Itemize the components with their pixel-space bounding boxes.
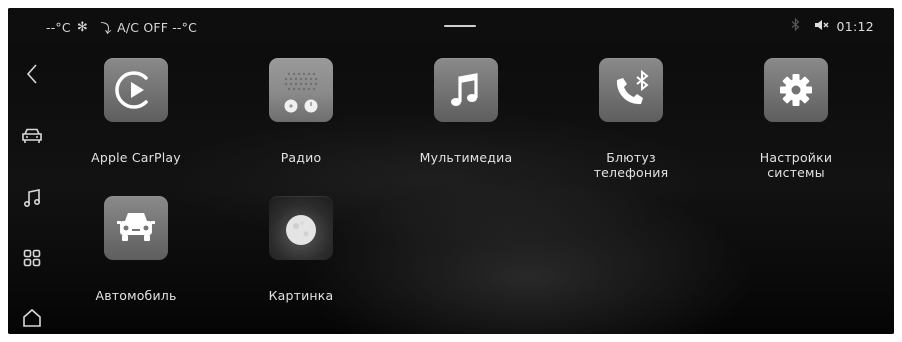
bluetooth-phone-tile bbox=[599, 58, 663, 122]
chevron-left-icon bbox=[26, 64, 37, 84]
sidebar bbox=[8, 44, 56, 334]
moon-icon bbox=[286, 215, 316, 245]
status-bar: --°C ✻ ⤵ A/C OFF --°C 01:12 bbox=[8, 8, 894, 44]
carplay-tile bbox=[104, 58, 168, 122]
mute-icon bbox=[814, 19, 830, 34]
app-label: Настройки системы bbox=[759, 150, 833, 180]
airflow-icon: ⤵ bbox=[97, 22, 112, 37]
multimedia-tile bbox=[434, 58, 498, 122]
app-radio[interactable]: Радио bbox=[241, 58, 361, 165]
back-button[interactable] bbox=[18, 60, 46, 88]
right-temp: --°C bbox=[172, 20, 198, 35]
settings-tile bbox=[764, 58, 828, 122]
app-label: Мультимедиа bbox=[419, 150, 513, 165]
drag-handle[interactable] bbox=[444, 25, 476, 27]
bluetooth-phone-icon bbox=[616, 69, 649, 105]
app-bluetooth-phone[interactable]: Блютуз телефония bbox=[571, 58, 691, 180]
app-label: Блютуз телефония bbox=[593, 150, 669, 180]
ac-status: A/C OFF bbox=[117, 20, 169, 35]
car-icon bbox=[22, 128, 42, 143]
climate-status[interactable]: --°C ✻ ⤵ A/C OFF --°C bbox=[46, 18, 197, 37]
vehicle-tile bbox=[104, 196, 168, 260]
music-note-icon bbox=[23, 189, 41, 208]
grid-icon bbox=[23, 249, 41, 267]
status-indicators: 01:12 bbox=[791, 17, 874, 34]
sidebar-item-music[interactable] bbox=[18, 184, 46, 212]
app-system-settings[interactable]: Настройки системы bbox=[736, 58, 856, 180]
app-multimedia[interactable]: Мультимедиа bbox=[406, 58, 526, 165]
fan-icon: ✻ bbox=[76, 20, 88, 35]
home-button[interactable] bbox=[18, 304, 46, 332]
sidebar-item-car[interactable] bbox=[18, 122, 46, 150]
left-temp: --°C bbox=[46, 20, 71, 35]
car-icon bbox=[117, 213, 155, 241]
app-apple-carplay[interactable]: Apple CarPlay bbox=[76, 58, 196, 165]
home-icon bbox=[23, 308, 41, 327]
app-label: Apple CarPlay bbox=[91, 150, 181, 165]
bluetooth-icon bbox=[791, 17, 800, 34]
sidebar-item-apps[interactable] bbox=[18, 244, 46, 272]
clock: 01:12 bbox=[836, 18, 874, 34]
radio-tile bbox=[269, 58, 333, 122]
radio-icon bbox=[284, 72, 318, 113]
picture-tile bbox=[269, 196, 333, 260]
app-label: Автомобиль bbox=[95, 288, 177, 303]
app-label: Радио bbox=[280, 150, 322, 165]
app-label: Картинка bbox=[268, 288, 334, 303]
infotainment-screen: --°C ✻ ⤵ A/C OFF --°C 01:12 Apple CarPla… bbox=[8, 8, 894, 334]
app-picture[interactable]: Картинка bbox=[241, 196, 361, 303]
carplay-icon bbox=[115, 71, 148, 109]
app-vehicle[interactable]: Автомобиль bbox=[76, 196, 196, 303]
music-icon bbox=[451, 73, 478, 106]
gear-icon bbox=[780, 74, 812, 106]
